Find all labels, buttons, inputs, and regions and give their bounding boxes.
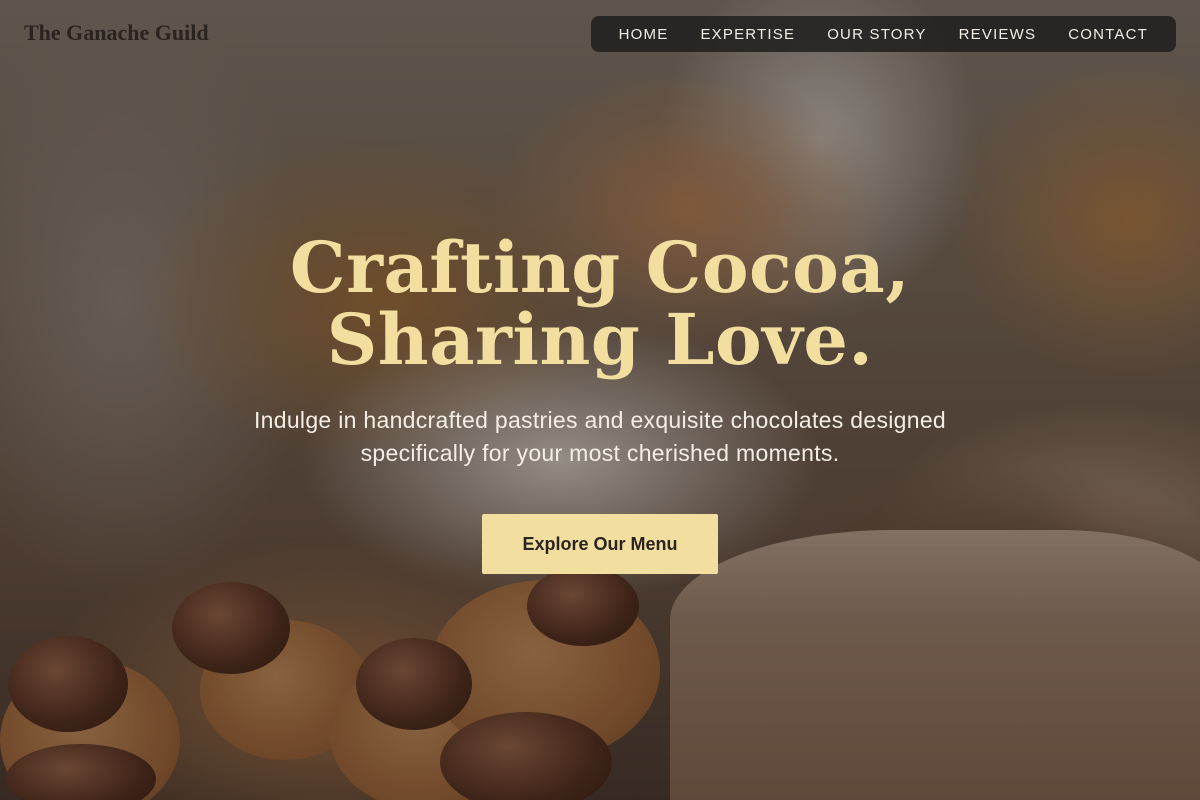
explore-menu-button[interactable]: Explore Our Menu	[482, 514, 718, 574]
hero-section: The Ganache Guild HOME EXPERTISE OUR STO…	[0, 0, 1200, 800]
chocolate-dollop	[172, 582, 290, 674]
nav-item-contact[interactable]: CONTACT	[1057, 26, 1159, 43]
nav-item-expertise[interactable]: EXPERTISE	[689, 26, 806, 43]
nav-item-our-story[interactable]: OUR STORY	[816, 26, 937, 43]
chocolate-dollop	[6, 744, 156, 800]
top-navigation-bar: The Ganache Guild HOME EXPERTISE OUR STO…	[0, 0, 1200, 70]
hero-headline: Crafting Cocoa, Sharing Love.	[289, 226, 911, 381]
nav-item-home[interactable]: HOME	[608, 26, 680, 43]
nav-item-reviews[interactable]: REVIEWS	[948, 26, 1048, 43]
brand-logo[interactable]: The Ganache Guild	[24, 20, 209, 46]
chocolate-dollop	[356, 638, 472, 730]
hero-subtitle: Indulge in handcrafted pastries and exqu…	[253, 407, 947, 466]
hero-content: Crafting Cocoa, Sharing Love. Indulge in…	[0, 232, 1200, 574]
chocolate-dollop	[440, 712, 612, 800]
chocolate-dollop	[527, 566, 639, 646]
main-nav: HOME EXPERTISE OUR STORY REVIEWS CONTACT	[590, 16, 1176, 52]
chocolate-dollop	[8, 636, 128, 732]
